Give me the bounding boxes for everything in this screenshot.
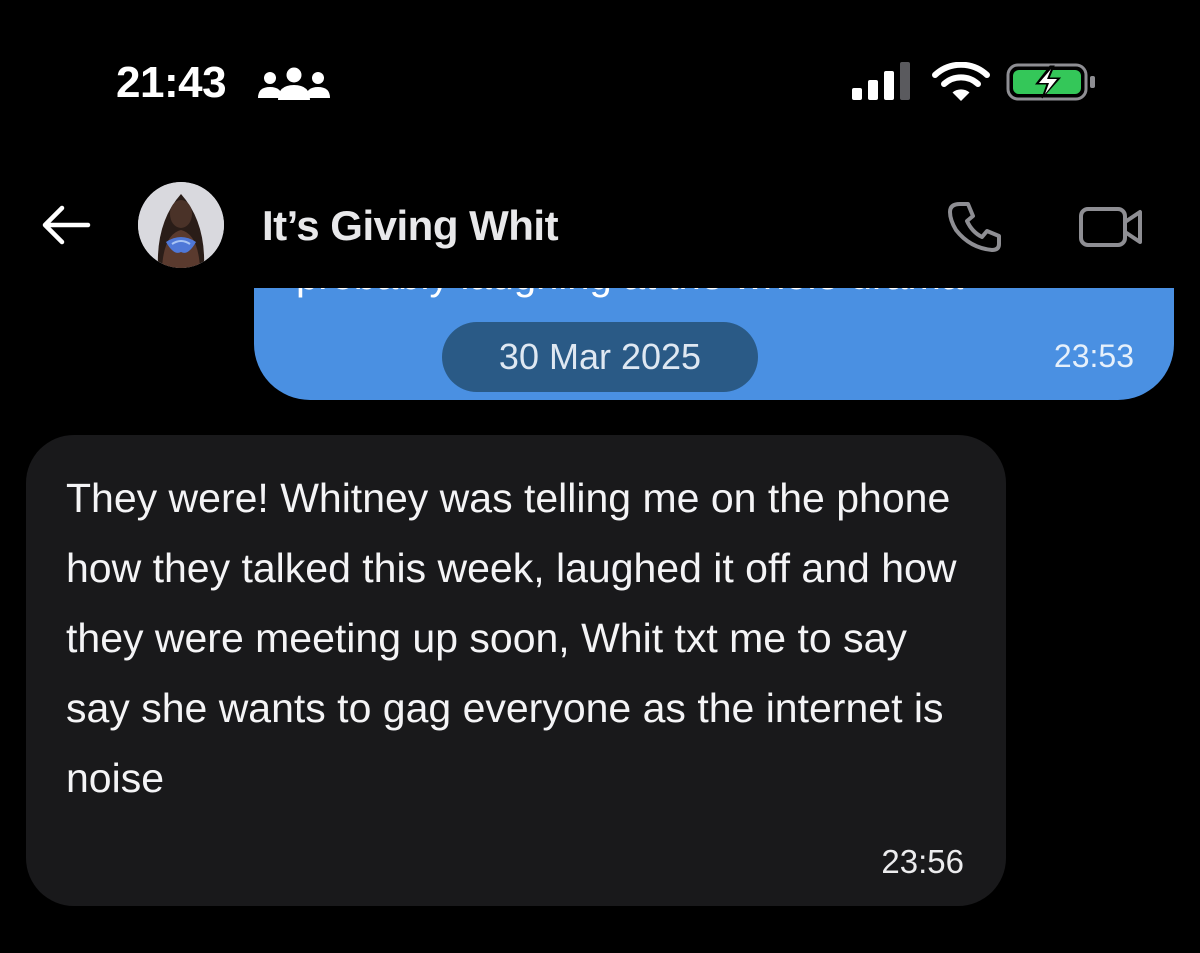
video-camera-icon[interactable] [1078, 204, 1144, 250]
phone-icon[interactable] [946, 200, 1004, 254]
contact-name[interactable]: It’s Giving Whit [262, 202, 559, 250]
incoming-message-text: They were! Whitney was telling me on the… [66, 475, 957, 801]
incoming-message-bubble[interactable]: They were! Whitney was telling me on the… [26, 435, 1006, 906]
battery-charging-icon [1006, 63, 1095, 101]
incoming-message-time: 23:56 [881, 843, 964, 880]
signal-icon [852, 62, 910, 100]
avatar-image [138, 182, 224, 268]
outgoing-message-text: probably laughing at the whole drama [296, 288, 963, 299]
status-time: 21:43 [116, 58, 227, 107]
date-separator: 30 Mar 2025 [442, 322, 758, 392]
back-arrow-icon[interactable] [40, 203, 92, 247]
outgoing-message-time: 23:53 [1053, 338, 1134, 374]
wifi-icon [932, 62, 990, 101]
avatar[interactable] [138, 182, 224, 268]
outgoing-message-bubble[interactable]: probably laughing at the whole drama 30 … [254, 288, 1174, 400]
people-icon [258, 67, 330, 100]
